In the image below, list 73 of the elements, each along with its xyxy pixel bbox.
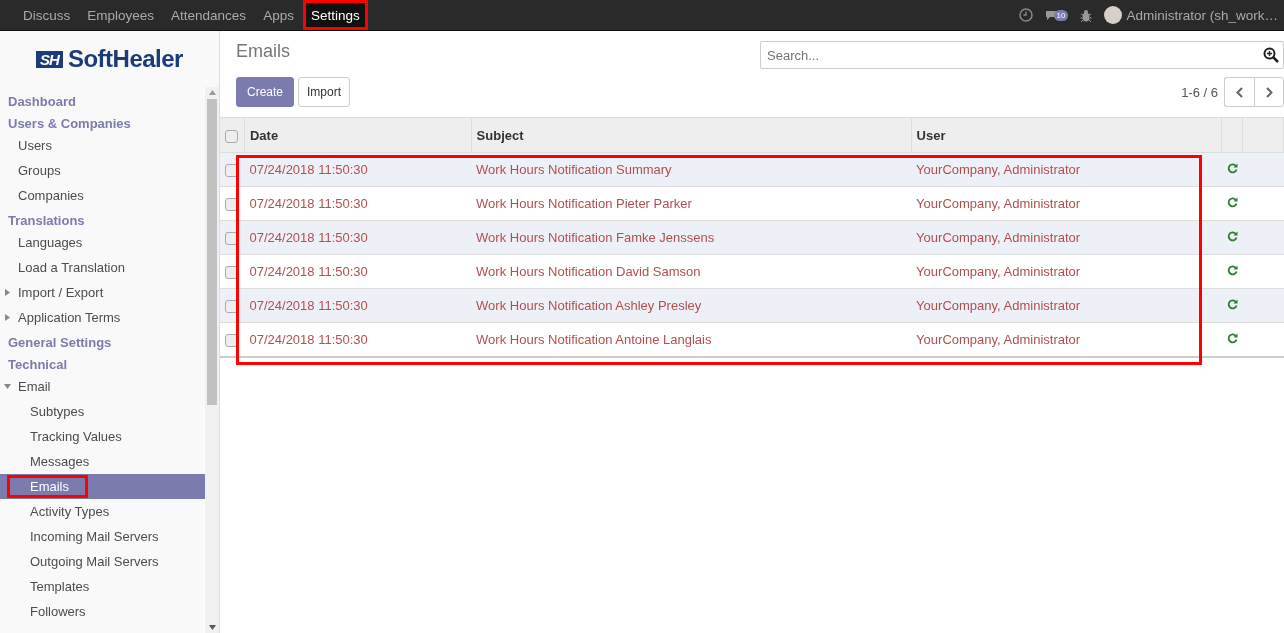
message-count-badge: 10 bbox=[1053, 9, 1069, 21]
logo-text: SoftHealer bbox=[67, 45, 183, 73]
refresh-icon[interactable] bbox=[1226, 231, 1238, 242]
sidebar-item[interactable]: Incoming Mail Servers bbox=[0, 524, 205, 549]
refresh-icon[interactable] bbox=[1226, 299, 1238, 310]
user-avatar[interactable] bbox=[1104, 6, 1123, 24]
chevron-left-icon bbox=[1236, 86, 1243, 98]
menu-item[interactable]: Apps bbox=[255, 0, 302, 30]
table-cell: Work Hours Notification Ashley Presley bbox=[471, 288, 912, 323]
sidebar-section-heading[interactable]: Translations bbox=[0, 212, 205, 230]
sidebar-item[interactable]: Outgoing Mail Servers bbox=[0, 549, 205, 574]
sidebar-section-heading[interactable]: General Settings bbox=[0, 334, 205, 352]
refresh-icon[interactable] bbox=[1226, 163, 1238, 174]
chevron-right-icon bbox=[1265, 86, 1273, 98]
caret-icon[interactable] bbox=[4, 384, 11, 389]
search-field[interactable]: Search... bbox=[765, 46, 1263, 64]
sidebar-item[interactable]: Activity Types bbox=[0, 499, 205, 524]
sidebar-section-heading[interactable]: Technical bbox=[0, 356, 205, 374]
sidebar-item[interactable]: Languages bbox=[0, 230, 205, 255]
table-cell: YourCompany, Administrator bbox=[911, 288, 1222, 323]
sidebar-section-heading[interactable]: Users & Companies bbox=[0, 115, 205, 133]
column-header[interactable]: User bbox=[911, 118, 1222, 153]
refresh-icon[interactable] bbox=[1226, 197, 1238, 208]
menu-item[interactable]: Settings bbox=[302, 0, 368, 30]
refresh-icon[interactable] bbox=[1226, 265, 1238, 276]
page-title: Emails bbox=[236, 41, 291, 63]
table-cell: 07/24/2018 11:50:30 bbox=[244, 220, 472, 255]
menu-item[interactable]: Discuss bbox=[15, 0, 79, 30]
sidebar-item[interactable]: Companies bbox=[0, 183, 205, 208]
sidebar-item[interactable]: Tracking Values bbox=[0, 424, 205, 449]
table-cell: 07/24/2018 11:50:30 bbox=[244, 322, 472, 357]
sidebar-item[interactable]: Groups bbox=[0, 158, 205, 183]
next-button[interactable] bbox=[1254, 77, 1284, 107]
sidebar-item[interactable]: Load a Translation bbox=[0, 255, 205, 280]
sidebar-item[interactable]: Subtypes bbox=[0, 399, 205, 424]
table-cell: Work Hours Notification Antoine Langlais bbox=[471, 322, 912, 357]
sidebar-item[interactable]: Users bbox=[0, 133, 205, 158]
user-menu[interactable]: Administrator (sh_work… bbox=[1126, 7, 1278, 23]
table-cell: YourCompany, Administrator bbox=[911, 152, 1222, 187]
action-button[interactable]: Create bbox=[236, 77, 295, 107]
sidebar-item[interactable]: Messages bbox=[0, 449, 205, 474]
previous-button[interactable] bbox=[1224, 77, 1254, 107]
table-cell: 07/24/2018 11:50:30 bbox=[244, 152, 472, 187]
search-icon[interactable] bbox=[1263, 47, 1279, 63]
scrollbar[interactable] bbox=[205, 87, 219, 633]
sidebar-item[interactable]: Import / Export bbox=[0, 280, 205, 305]
table-cell: Work Hours Notification Summary bbox=[471, 152, 912, 187]
bug-icon[interactable] bbox=[1080, 8, 1093, 22]
menu-item[interactable]: Employees bbox=[79, 0, 163, 30]
sidebar-item[interactable]: Templates bbox=[0, 574, 205, 599]
sidebar-item[interactable]: Application Terms bbox=[0, 305, 205, 330]
sidebar-section-heading[interactable]: Dashboard bbox=[0, 93, 205, 111]
search-box[interactable]: Search... bbox=[760, 41, 1284, 69]
scroll-down-arrow-icon[interactable] bbox=[208, 625, 216, 630]
sidebar-item[interactable]: Followers bbox=[0, 599, 205, 624]
caret-icon[interactable] bbox=[5, 314, 10, 321]
table-cell: Work Hours Notification Famke Jenssens bbox=[471, 220, 912, 255]
refresh-icon[interactable] bbox=[1226, 333, 1238, 344]
sidebar-item[interactable]: Emails bbox=[0, 474, 205, 499]
table-cell: YourCompany, Administrator bbox=[911, 322, 1222, 357]
logo-mark: SH bbox=[36, 50, 63, 68]
menu-item[interactable]: Attendances bbox=[163, 0, 255, 30]
sidebar-item[interactable]: Email bbox=[0, 374, 205, 399]
column-header[interactable]: Subject bbox=[471, 118, 912, 153]
clock-icon[interactable] bbox=[1018, 8, 1033, 22]
scroll-up-arrow-icon[interactable] bbox=[208, 90, 216, 95]
column-header[interactable]: Date bbox=[244, 118, 472, 153]
pager-value: 1-6 / 6 bbox=[1181, 84, 1218, 100]
action-button[interactable]: Import bbox=[298, 77, 351, 107]
select-all-checkbox[interactable] bbox=[225, 129, 238, 143]
table-cell: 07/24/2018 11:50:30 bbox=[244, 288, 472, 323]
caret-icon[interactable] bbox=[5, 289, 10, 296]
table-cell: YourCompany, Administrator bbox=[911, 220, 1222, 255]
